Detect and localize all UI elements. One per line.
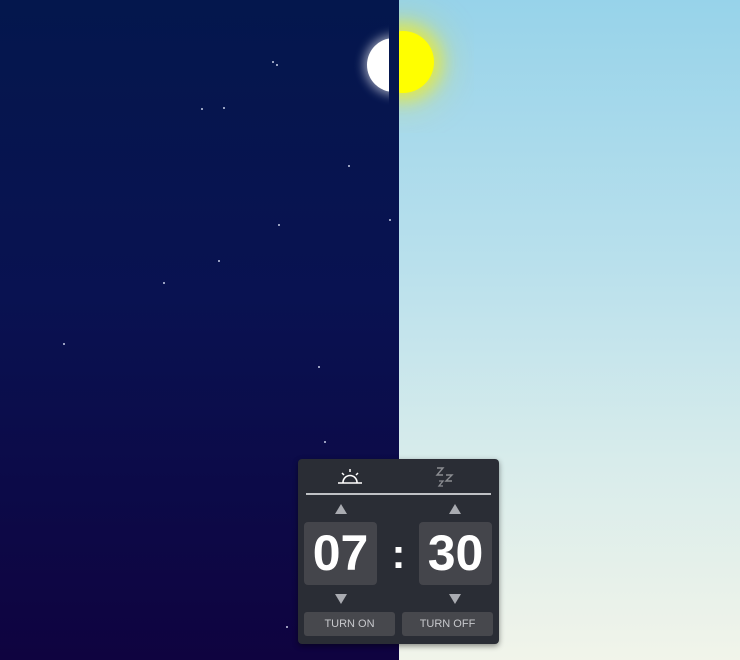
hour-display[interactable]: 07	[304, 522, 377, 585]
sleep-mode-tab[interactable]	[399, 465, 491, 493]
star	[201, 108, 203, 110]
star	[324, 441, 326, 443]
turn-on-button[interactable]: TURN ON	[304, 612, 395, 636]
star	[272, 61, 274, 63]
sunrise-icon	[338, 469, 362, 484]
star	[276, 64, 278, 66]
hour-down-arrow[interactable]	[335, 594, 347, 604]
minute-down-arrow[interactable]	[449, 594, 461, 604]
alarm-mode-tab[interactable]	[306, 465, 398, 493]
mode-tabs	[306, 465, 491, 495]
minute-display[interactable]: 30	[419, 522, 492, 585]
alarm-widget: 07 : 30 TURN ON TURN OFF	[298, 459, 499, 644]
star	[218, 260, 220, 262]
star	[223, 107, 225, 109]
star	[389, 219, 391, 221]
turn-off-button[interactable]: TURN OFF	[402, 612, 493, 636]
zzz-icon	[435, 467, 454, 487]
time-separator: :	[391, 530, 406, 577]
star	[163, 282, 165, 284]
star	[318, 366, 320, 368]
minute-up-arrow[interactable]	[449, 504, 461, 514]
star	[348, 165, 350, 167]
star	[286, 626, 288, 628]
star	[63, 343, 65, 345]
hour-up-arrow[interactable]	[335, 504, 347, 514]
star	[278, 224, 280, 226]
